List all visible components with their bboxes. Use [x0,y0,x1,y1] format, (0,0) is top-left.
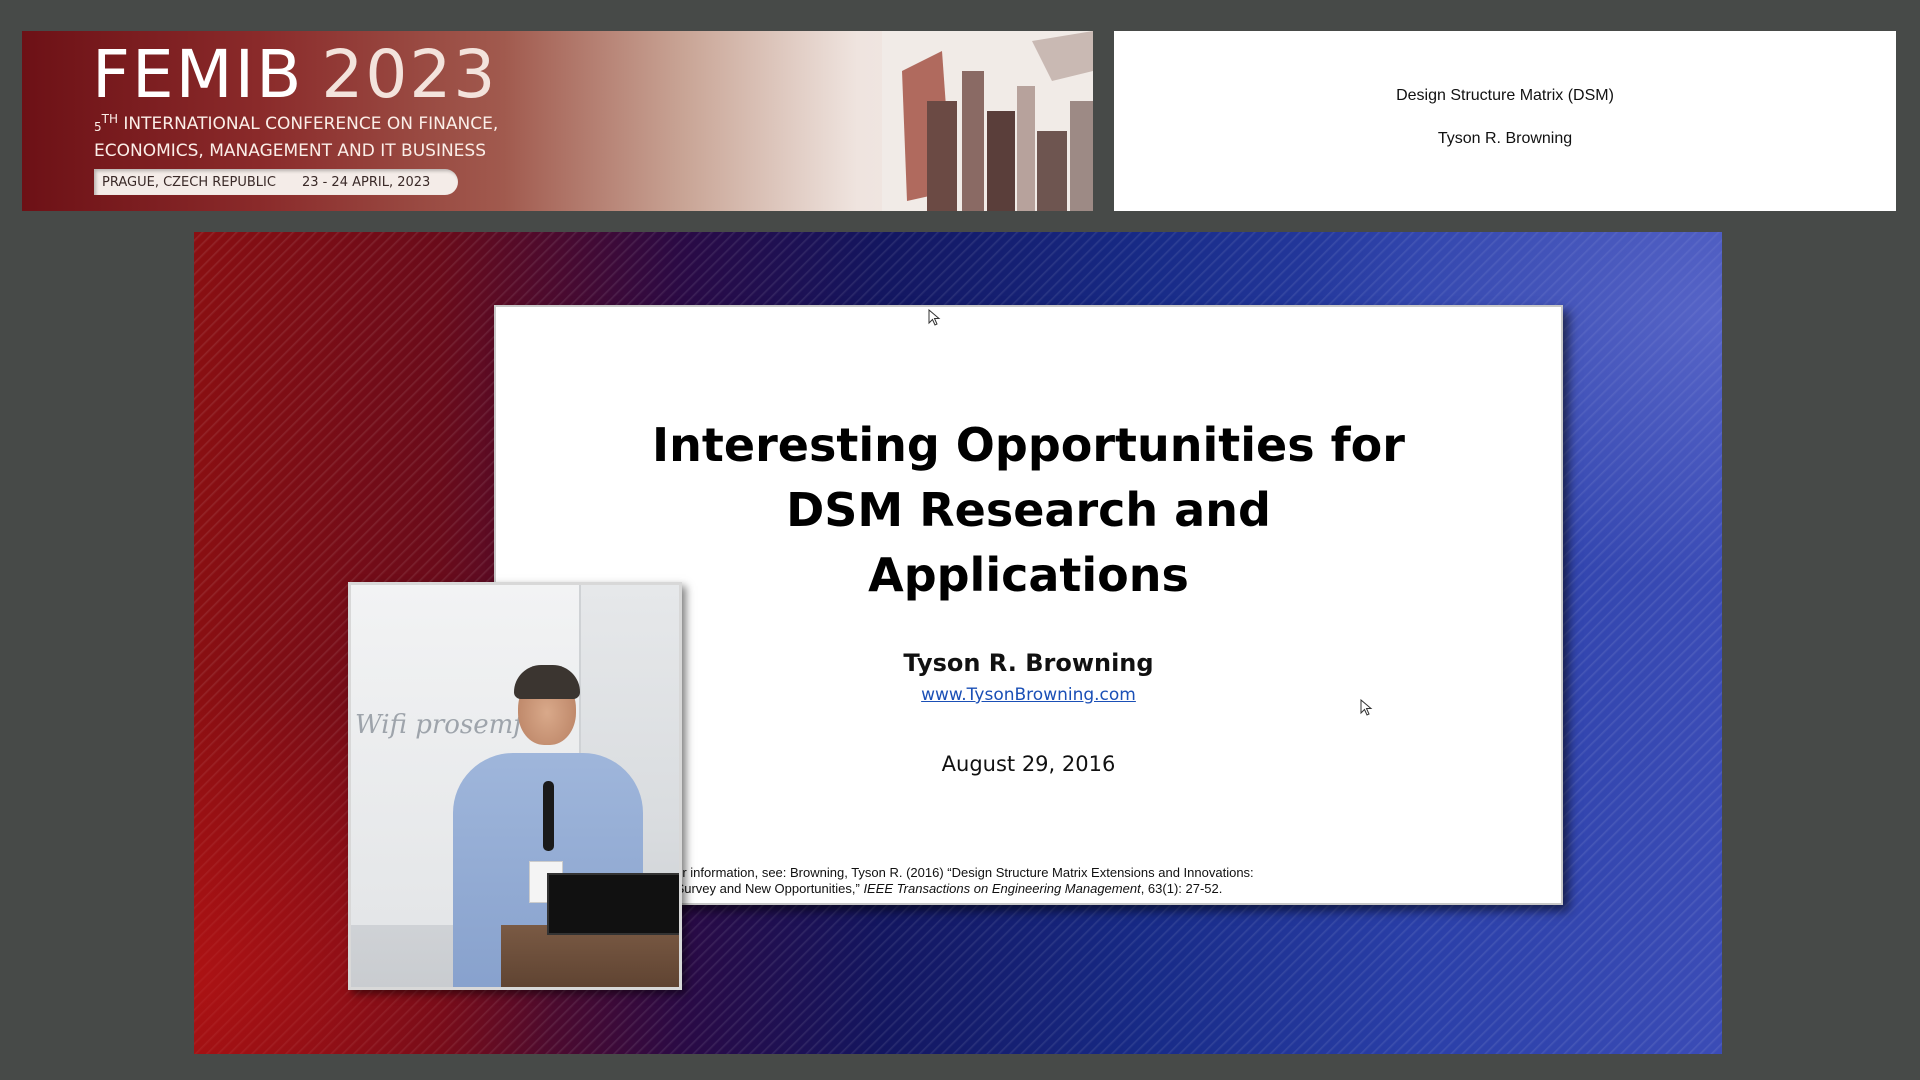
banner-title: FEMIB 2023 [92,35,497,115]
banner-subtitle-line2: ECONOMICS, MANAGEMENT AND IT BUSINESS [94,141,487,161]
banner-title-year: 2023 [321,36,498,113]
slide-reference-journal: IEEE Transactions on Engineering Managem… [863,881,1141,896]
session-author: Tyson R. Browning [1437,130,1573,147]
conference-banner: FEMIB 2023 5TH INTERNATIONAL CONFERENCE O… [22,31,1093,211]
banner-ordinal-suffix: TH [101,112,118,126]
banner-title-femib: FEMIB [92,36,304,113]
banner-subtitle: 5TH INTERNATIONAL CONFERENCE ON FINANCE,… [94,107,498,163]
slide-reference-tail: , 63(1): 27-52. [1140,881,1223,896]
banner-location-pill: PRAGUE, CZECH REPUBLIC 23 - 24 APRIL, 20… [94,169,458,195]
slide-title: Interesting Opportunities for DSM Resear… [496,413,1561,608]
microphone [543,781,554,851]
laptop-monitor [547,873,679,935]
banner-ordinal-number: 5 [94,120,102,134]
whiteboard-text: Wifi prosemf [355,710,523,740]
slide-title-line2: DSM Research and [786,483,1271,537]
presentation-stage: Interesting Opportunities for DSM Resear… [194,232,1722,1054]
slide-title-line1: Interesting Opportunities for [652,418,1405,472]
slide-reference-line2-plain: A Survey and New Opportunities,” [664,881,864,896]
banner-subtitle-line1: INTERNATIONAL CONFERENCE ON FINANCE, [123,114,499,134]
city-skyline-image [882,31,1093,211]
cursor-icon [1360,699,1373,716]
session-title: Design Structure Matrix (DSM) [1396,87,1614,104]
slide-reference: For further information, see: Browning, … [626,865,1526,897]
banner-dates: 23 - 24 APRIL, 2023 [301,174,431,190]
speaker-video: Wifi prosemf [348,582,682,990]
slide-title-line3: Applications [868,548,1189,602]
session-title-box: Design Structure Matrix (DSM) Tyson R. B… [1114,31,1896,211]
banner-location: PRAGUE, CZECH REPUBLIC [102,174,276,190]
slide-reference-line2: A Survey and New Opportunities,” IEEE Tr… [626,881,1526,897]
slide-reference-line1: For further information, see: Browning, … [626,865,1254,880]
cursor-icon [928,309,941,326]
